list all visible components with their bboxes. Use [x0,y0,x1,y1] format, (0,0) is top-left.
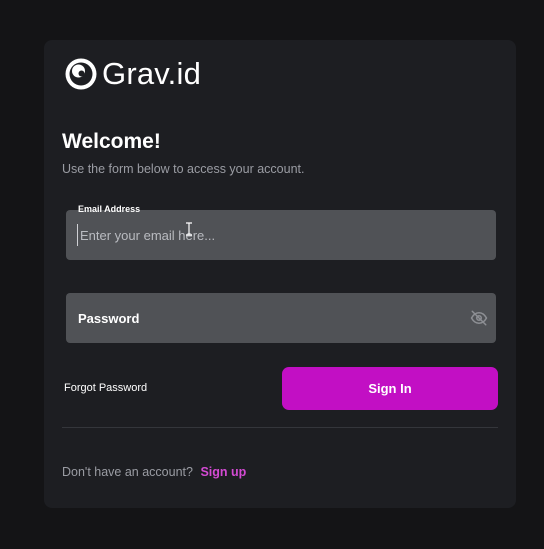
sign-in-button[interactable]: Sign In [282,367,498,410]
signup-prompt-text: Don't have an account? [62,465,193,479]
text-cursor-icon [186,222,192,236]
orbit-circle-icon [65,58,97,90]
email-field[interactable]: Email Address [66,204,496,260]
divider [62,427,498,428]
login-card: Grav.id Welcome! Use the form below to a… [44,40,516,508]
forgot-password-link[interactable]: Forgot Password [64,382,147,394]
password-input[interactable] [78,293,438,343]
eye-off-icon[interactable] [470,309,488,327]
page-subtitle: Use the form below to access your accoun… [62,162,305,176]
email-input[interactable] [77,224,440,246]
password-field[interactable] [66,293,496,343]
signup-prompt: Don't have an account? Sign up [62,465,246,479]
email-label: Email Address [78,204,141,214]
page-title: Welcome! [62,130,161,153]
sign-up-link[interactable]: Sign up [200,465,246,479]
brand-name: Grav.id [102,56,202,91]
brand-logo: Grav.id [64,57,201,91]
login-page: Grav.id Welcome! Use the form below to a… [0,0,544,549]
